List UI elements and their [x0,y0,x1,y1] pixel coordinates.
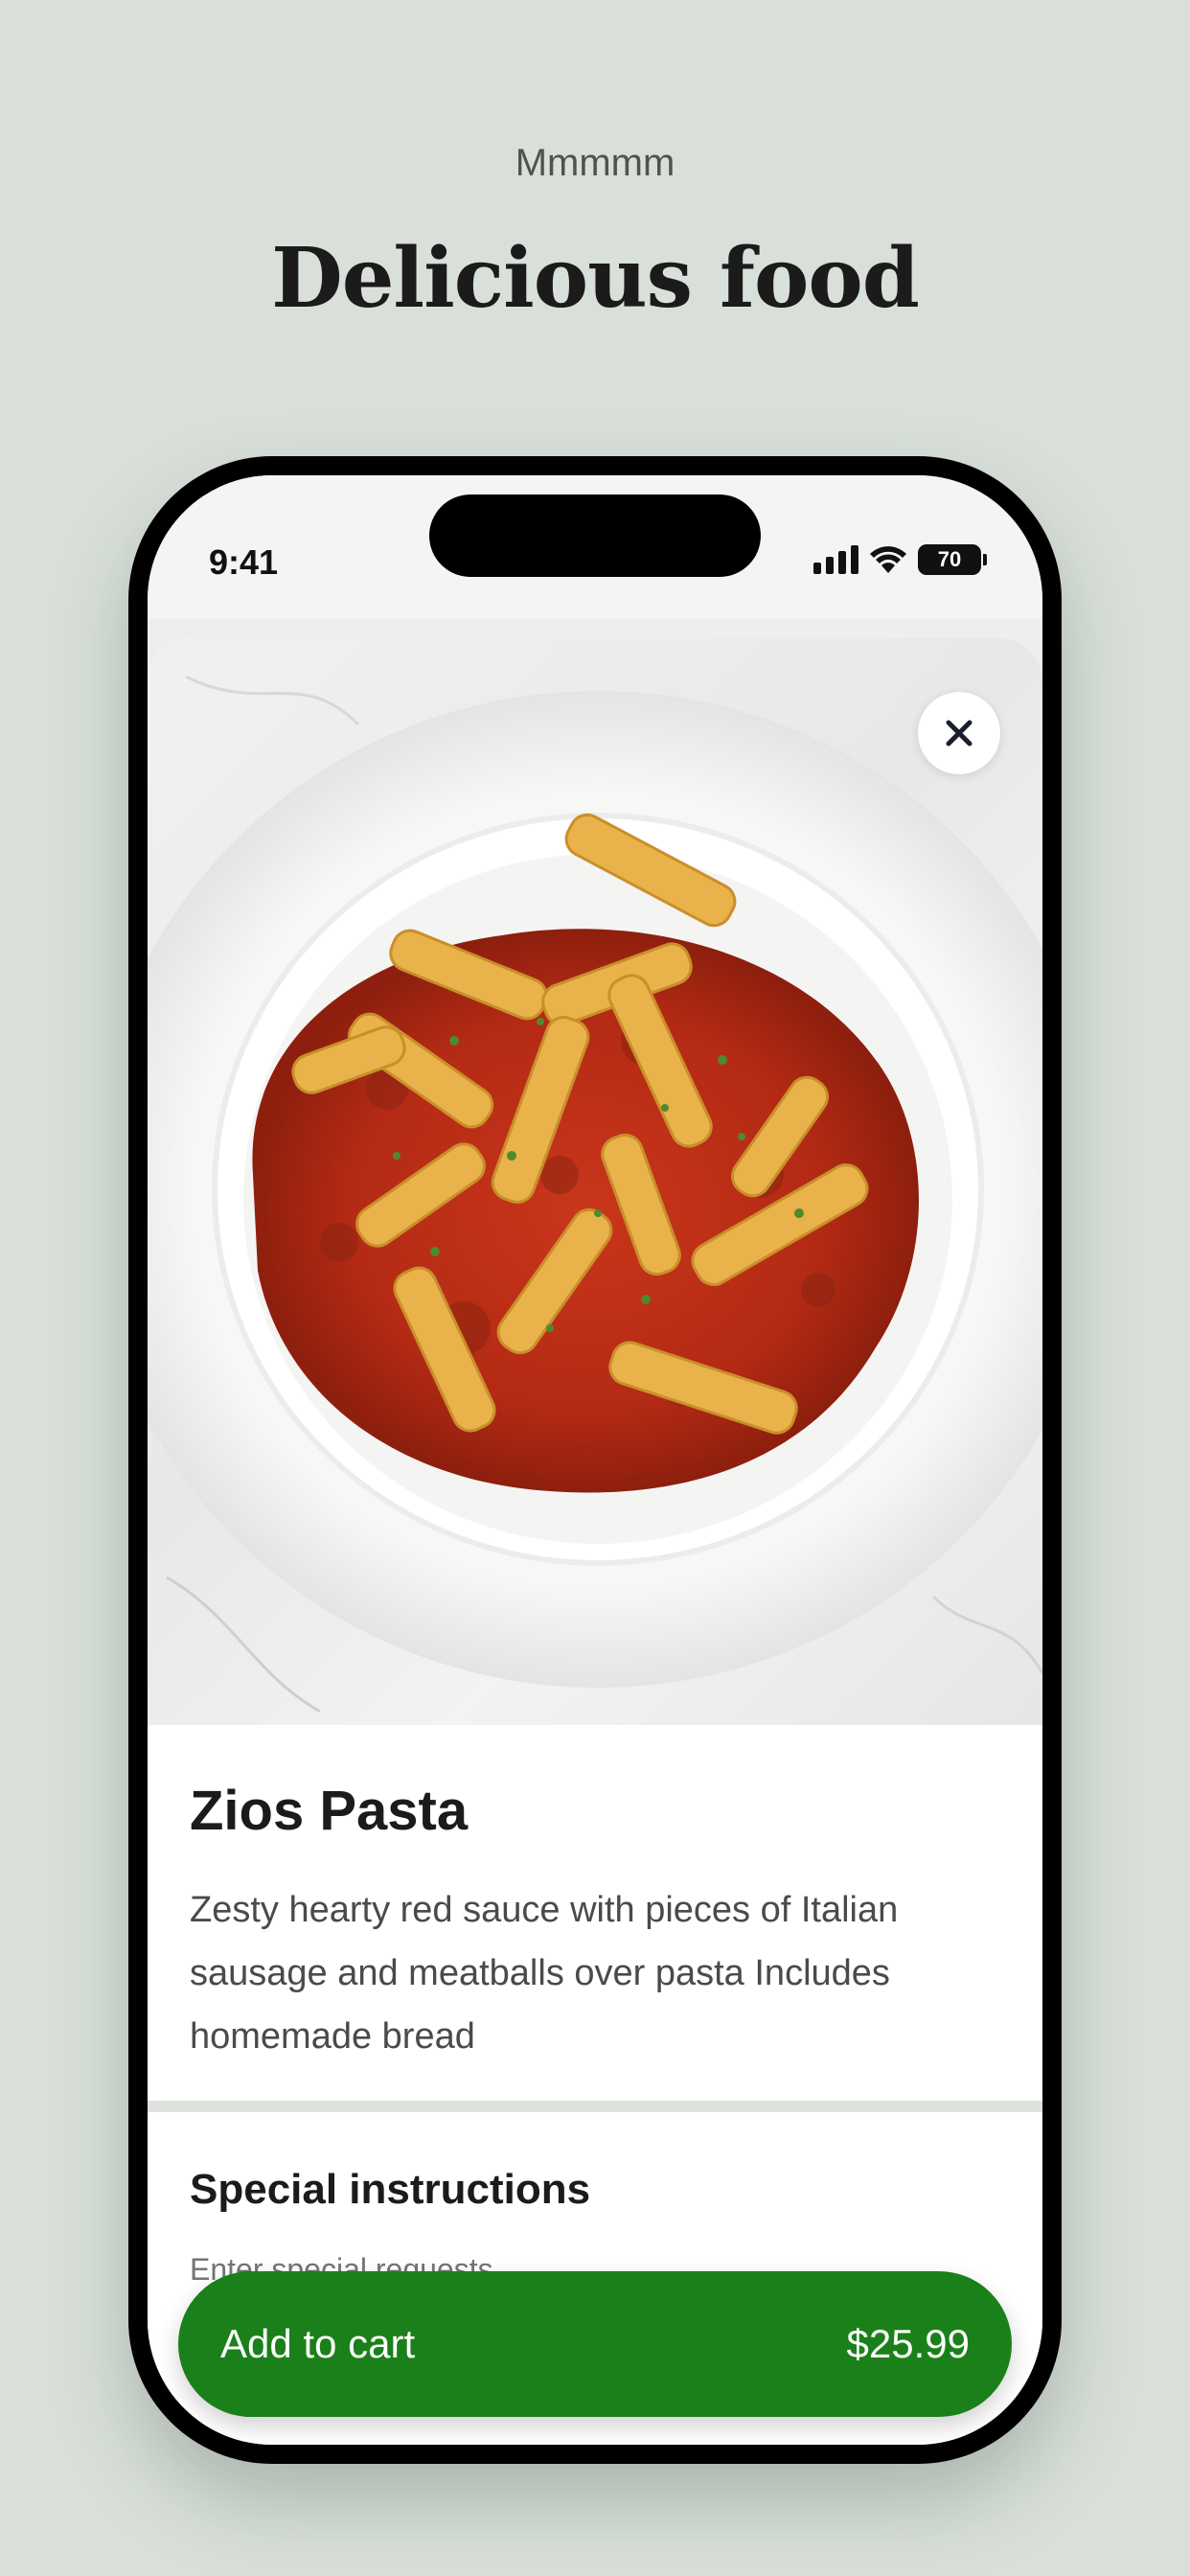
status-time: 9:41 [209,542,279,582]
close-button[interactable] [918,692,1000,774]
phone-screen: 9:41 70 Zios Pasta Zesty hearty red sauc… [148,475,1042,2445]
item-title: Zios Pasta [190,1780,469,1842]
hero-title: Delicious food [271,230,920,327]
item-detail-sheet: Zios Pasta Zesty hearty red sauce with p… [148,638,1042,2445]
signal-icon [813,545,858,574]
dynamic-island [429,494,761,577]
wifi-icon [870,546,906,573]
status-icons: 70 [813,544,987,575]
add-to-cart-button[interactable]: Add to cart $25.99 [178,2271,1012,2417]
add-to-cart-label: Add to cart [220,2321,416,2366]
item-description: Zesty hearty red sauce with pieces of It… [190,1890,899,2057]
close-icon [946,720,973,747]
status-bar: 9:41 70 [148,475,1042,619]
hero-subtitle: Mmmmm [515,142,675,184]
pasta-plate-illustration [148,675,1042,1714]
phone-frame: 9:41 70 Zios Pasta Zesty hearty red sauc… [128,456,1062,2464]
section-divider [148,2101,1042,2112]
battery-icon: 70 [918,544,987,575]
item-price: $25.99 [846,2321,970,2366]
special-instructions-title: Special instructions [190,2166,591,2213]
food-image [148,638,1042,1725]
